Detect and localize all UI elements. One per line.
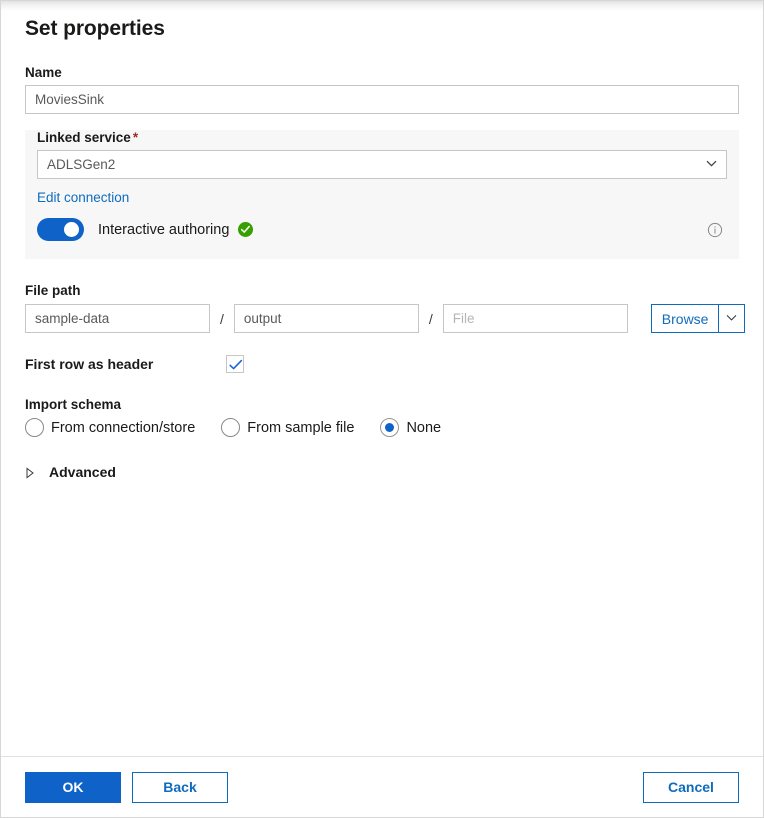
import-schema-label: Import schema: [25, 397, 739, 412]
info-circle-icon[interactable]: [707, 222, 723, 238]
required-asterisk: *: [133, 130, 138, 145]
linked-service-select-wrap[interactable]: [37, 150, 727, 179]
toggle-knob: [64, 222, 79, 237]
interactive-authoring-label: Interactive authoring: [98, 222, 229, 238]
linked-service-select[interactable]: [37, 150, 727, 179]
import-schema-option-label: None: [406, 420, 441, 436]
linked-service-panel: Linked service* Edit connection Interact…: [25, 130, 739, 259]
dialog-content: Set properties Name Linked service* Edit…: [1, 1, 763, 756]
file-path-label: File path: [25, 283, 739, 298]
first-row-as-header-row: First row as header: [25, 355, 739, 373]
import-schema-option-none[interactable]: None: [380, 418, 441, 437]
radio-icon: [221, 418, 240, 437]
page-title: Set properties: [25, 17, 739, 41]
triangle-right-icon: [25, 466, 35, 478]
name-label: Name: [25, 65, 739, 80]
radio-icon: [25, 418, 44, 437]
green-check-circle-icon: [238, 222, 253, 237]
import-schema-radio-group: From connection/store From sample file N…: [25, 418, 739, 437]
chevron-down-icon: [726, 310, 737, 328]
file-path-separator-1: /: [220, 311, 224, 327]
first-row-as-header-checkbox[interactable]: [226, 355, 244, 373]
linked-service-label: Linked service*: [37, 130, 727, 145]
file-path-separator-2: /: [429, 311, 433, 327]
file-path-directory-input[interactable]: [234, 304, 419, 333]
file-path-row: / / Browse: [25, 304, 739, 333]
browse-button[interactable]: Browse: [651, 304, 720, 333]
back-button[interactable]: Back: [132, 772, 228, 803]
import-schema-option-label: From connection/store: [51, 420, 195, 436]
interactive-authoring-toggle[interactable]: [37, 218, 84, 241]
browse-caret-button[interactable]: [719, 304, 745, 333]
import-schema-option-from-sample-file[interactable]: From sample file: [221, 418, 354, 437]
ok-button[interactable]: OK: [25, 772, 121, 803]
advanced-label: Advanced: [49, 464, 116, 480]
import-schema-option-label: From sample file: [247, 420, 354, 436]
edit-connection-link[interactable]: Edit connection: [37, 190, 129, 205]
file-path-container-input[interactable]: [25, 304, 210, 333]
browse-split-button: Browse: [651, 304, 746, 333]
radio-selected-icon: [380, 418, 399, 437]
import-schema-option-from-connection-store[interactable]: From connection/store: [25, 418, 195, 437]
advanced-expander[interactable]: Advanced: [25, 464, 116, 480]
file-path-file-input[interactable]: [443, 304, 628, 333]
cancel-button[interactable]: Cancel: [643, 772, 739, 803]
first-row-as-header-label: First row as header: [25, 356, 226, 372]
interactive-authoring-row: Interactive authoring: [37, 218, 727, 241]
set-properties-dialog: Set properties Name Linked service* Edit…: [0, 0, 764, 818]
name-input[interactable]: [25, 85, 739, 114]
dialog-footer: OK Back Cancel: [1, 756, 763, 817]
linked-service-label-text: Linked service: [37, 130, 131, 145]
